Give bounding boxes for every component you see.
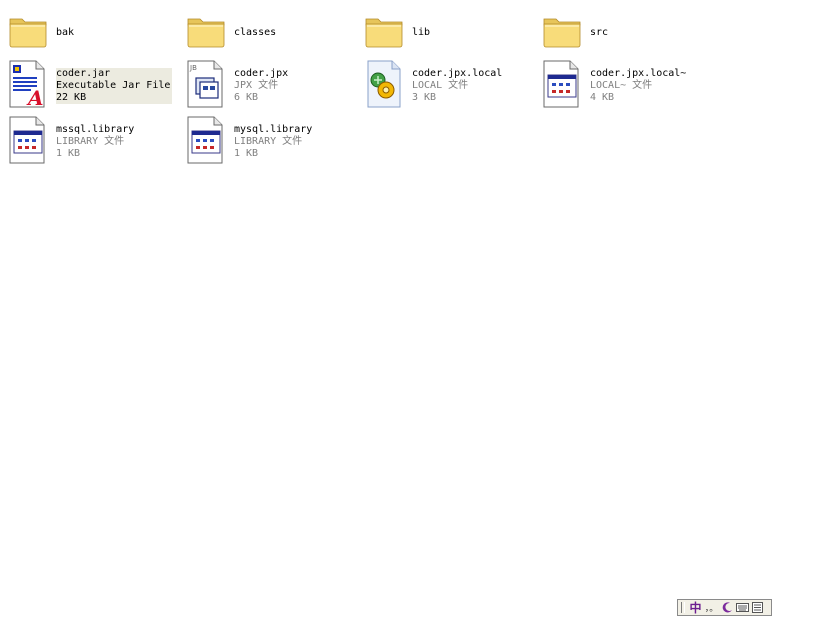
item-name: coder.jpx.local~ xyxy=(590,68,687,79)
item-size: 22 KB xyxy=(56,92,87,103)
item-name: mysql.library xyxy=(234,124,313,135)
folder-item-lib[interactable]: lib xyxy=(364,11,484,61)
ime-moon-icon[interactable] xyxy=(720,600,735,615)
item-size: 1 KB xyxy=(234,148,259,159)
file-item-coder-jpx-local[interactable]: coder.jpx.local LOCAL 文件 3 KB xyxy=(364,60,534,110)
file-item-mysql-library[interactable]: mysql.library LIBRARY 文件 1 KB xyxy=(186,116,356,166)
folder-icon xyxy=(542,11,586,59)
folder-item-src[interactable]: src xyxy=(542,11,662,61)
item-name: coder.jar xyxy=(56,68,111,79)
item-name: lib xyxy=(412,27,431,38)
item-name: classes xyxy=(234,27,277,38)
item-name: coder.jpx.local xyxy=(412,68,503,79)
item-size: 3 KB xyxy=(412,92,437,103)
folder-item-bak[interactable]: bak xyxy=(8,11,128,61)
ime-mode-icon[interactable]: 中 xyxy=(688,600,703,615)
item-name: coder.jpx xyxy=(234,68,289,79)
svg-text:JB: JB xyxy=(189,64,197,72)
file-item-coder-jpx[interactable]: JB coder.jpx JPX 文件 6 KB xyxy=(186,60,356,110)
folder-item-classes[interactable]: classes xyxy=(186,11,306,61)
folder-icon xyxy=(364,11,408,59)
item-size: 1 KB xyxy=(56,148,81,159)
item-type: LIBRARY 文件 xyxy=(56,136,125,147)
local-config-icon xyxy=(364,60,408,108)
item-name: src xyxy=(590,27,609,38)
item-type: LOCAL~ 文件 xyxy=(590,80,653,91)
generic-window-file-icon xyxy=(8,116,52,164)
ime-keyboard-icon[interactable] xyxy=(735,600,750,615)
folder-icon xyxy=(186,11,230,59)
item-size: 4 KB xyxy=(590,92,615,103)
file-item-coder-jpx-local-backup[interactable]: coder.jpx.local~ LOCAL~ 文件 4 KB xyxy=(542,60,712,110)
jar-file-icon: A xyxy=(8,60,52,110)
file-list-view: bak classes lib src A coder.jar Executab… xyxy=(0,0,814,622)
svg-text:A: A xyxy=(26,86,44,108)
item-name: bak xyxy=(56,27,75,38)
file-item-coder-jar[interactable]: A coder.jar Executable Jar File 22 KB xyxy=(8,60,178,110)
item-name: mssql.library xyxy=(56,124,135,135)
item-type: LOCAL 文件 xyxy=(412,80,469,91)
ime-drag-handle[interactable] xyxy=(681,602,685,613)
item-type: JPX 文件 xyxy=(234,80,279,91)
file-item-mssql-library[interactable]: mssql.library LIBRARY 文件 1 KB xyxy=(8,116,178,166)
generic-window-file-icon xyxy=(542,60,586,108)
item-size: 6 KB xyxy=(234,92,259,103)
item-type: Executable Jar File xyxy=(56,80,171,91)
ime-status-bar[interactable]: 中 ，。 xyxy=(677,599,772,616)
item-type: LIBRARY 文件 xyxy=(234,136,303,147)
ime-menu-icon[interactable] xyxy=(750,600,765,615)
generic-window-file-icon xyxy=(186,116,230,164)
ime-punctuation-icon[interactable]: ，。 xyxy=(703,600,720,615)
folder-icon xyxy=(8,11,52,59)
jbuilder-project-icon: JB xyxy=(186,60,230,108)
